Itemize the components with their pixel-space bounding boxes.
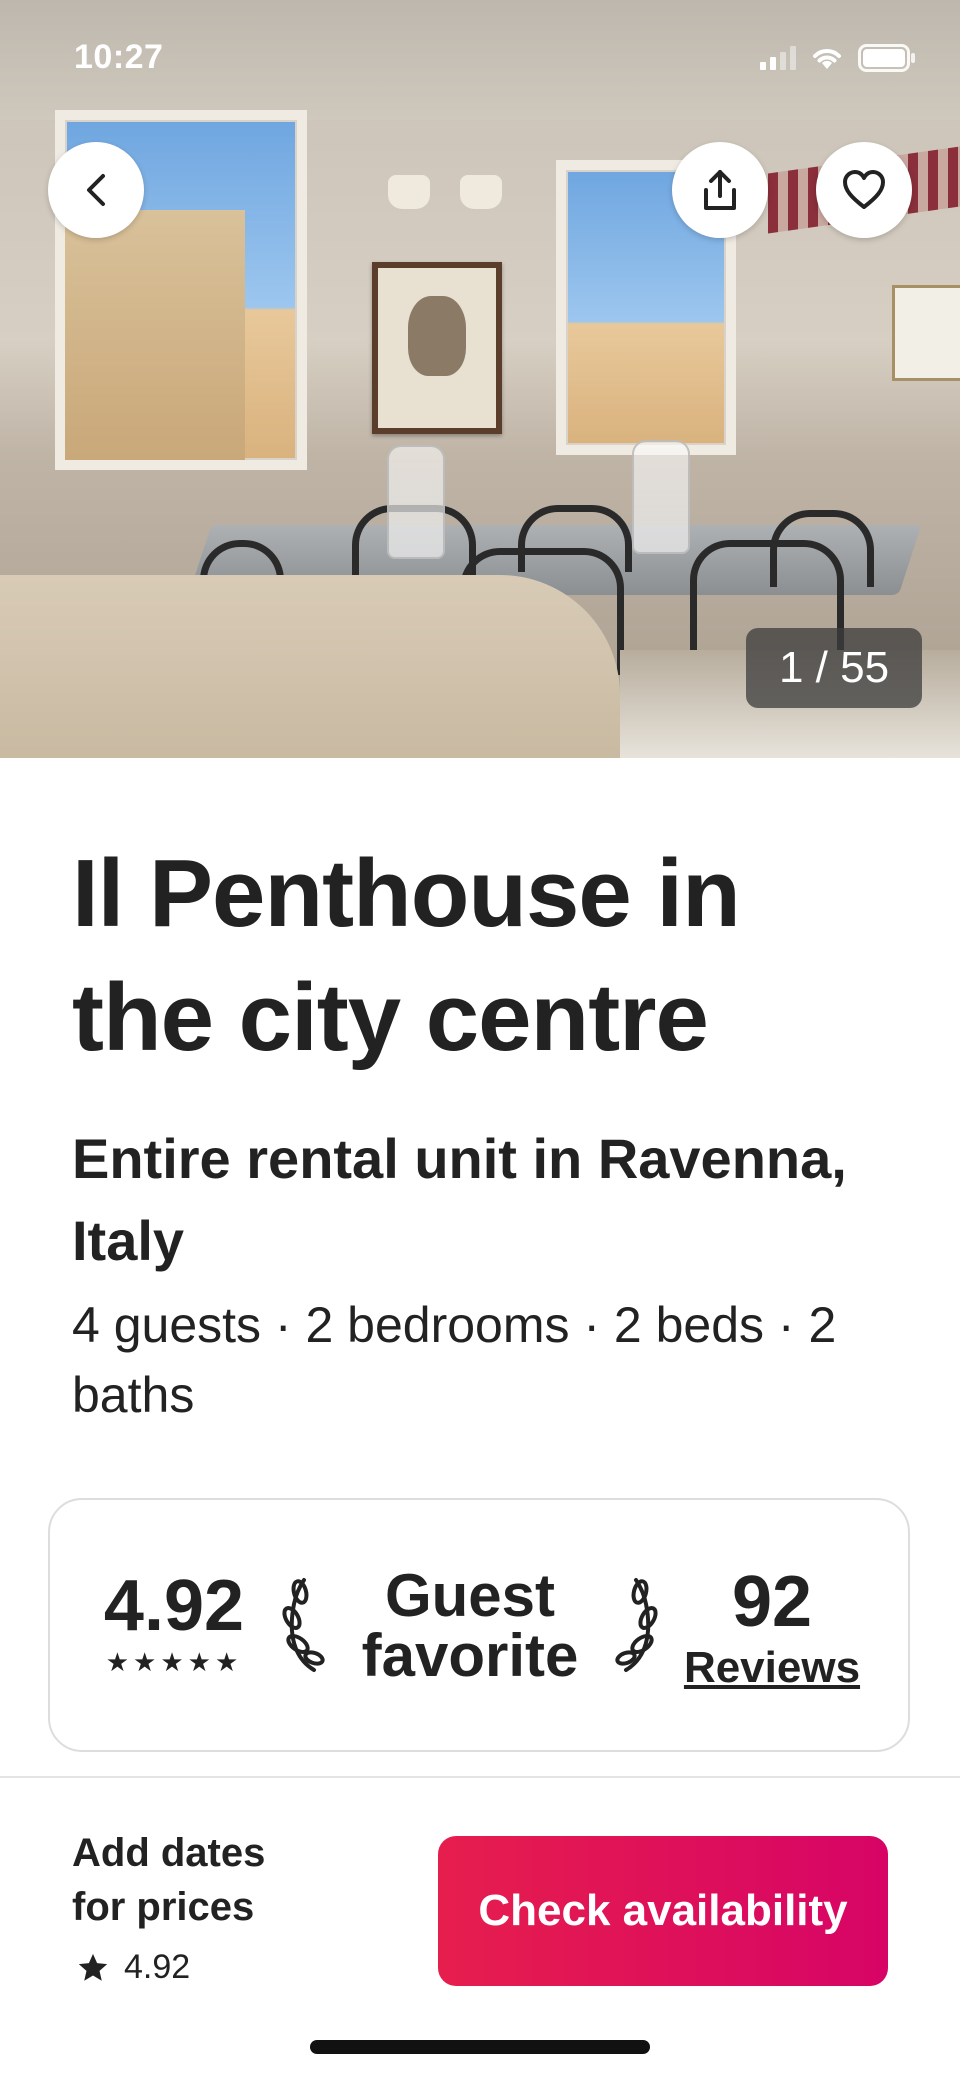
share-icon xyxy=(704,170,736,210)
rating-summary: 4.92 ★★★★★ xyxy=(94,1566,254,1678)
photo-portrait-frame xyxy=(372,262,502,434)
back-button[interactable] xyxy=(48,142,144,238)
price-info: Add dates for prices xyxy=(72,1826,265,1934)
photo-sofa xyxy=(0,575,620,758)
photo-frame-right xyxy=(892,285,960,381)
rating-card[interactable]: 4.92 ★★★★★ Guest favorite 92 Reviews xyxy=(48,1498,910,1752)
star-icon xyxy=(78,1953,108,1981)
guest-favorite-line1: Guest xyxy=(384,1562,556,1629)
laurel-left-icon xyxy=(282,1578,325,1672)
status-icons xyxy=(760,44,916,72)
photo-lantern xyxy=(387,445,445,559)
share-button[interactable] xyxy=(672,142,768,238)
price-line1: Add dates xyxy=(72,1831,266,1875)
photo-sconce xyxy=(460,175,502,209)
guest-favorite-label: Guest favorite xyxy=(330,1566,610,1686)
bottom-rating-value: 4.92 xyxy=(124,1948,191,1986)
star-rating-icon: ★★★★★ xyxy=(105,1647,243,1677)
battery-icon xyxy=(858,44,915,72)
heart-icon xyxy=(843,170,885,209)
reviews-label[interactable]: Reviews xyxy=(672,1642,872,1694)
chevron-left-icon xyxy=(87,174,105,206)
save-to-wishlist-button[interactable] xyxy=(816,142,912,238)
reviews-count: 92 xyxy=(731,1562,813,1642)
listing-details: 4 guests · 2 bedrooms · 2 beds · 2 baths xyxy=(72,1297,837,1423)
status-time: 10:27 xyxy=(74,38,164,76)
price-line2: for prices xyxy=(72,1885,255,1929)
photo-counter: 1 / 55 xyxy=(746,628,922,708)
photo-sconce xyxy=(388,175,430,209)
reviews-link[interactable]: 92 Reviews xyxy=(672,1562,872,1694)
wifi-icon xyxy=(813,49,841,69)
listing-subtitle: Entire rental unit in Ravenna, Italy xyxy=(72,1127,847,1272)
guest-favorite-line2: favorite xyxy=(361,1622,579,1689)
listing-title: Il Penthouse in the city centre xyxy=(72,840,741,1071)
photo-lantern xyxy=(632,440,690,554)
home-indicator[interactable] xyxy=(310,2040,650,2054)
check-availability-button[interactable]: Check availability xyxy=(438,1836,888,1986)
bottom-bar-divider xyxy=(0,1776,960,1778)
rating-value: 4.92 xyxy=(103,1566,245,1646)
laurel-right-icon xyxy=(615,1578,658,1672)
cellular-signal-icon xyxy=(760,46,796,70)
bottom-rating: 4.92 xyxy=(76,1948,190,1987)
guest-favorite-badge: Guest favorite xyxy=(280,1556,660,1686)
